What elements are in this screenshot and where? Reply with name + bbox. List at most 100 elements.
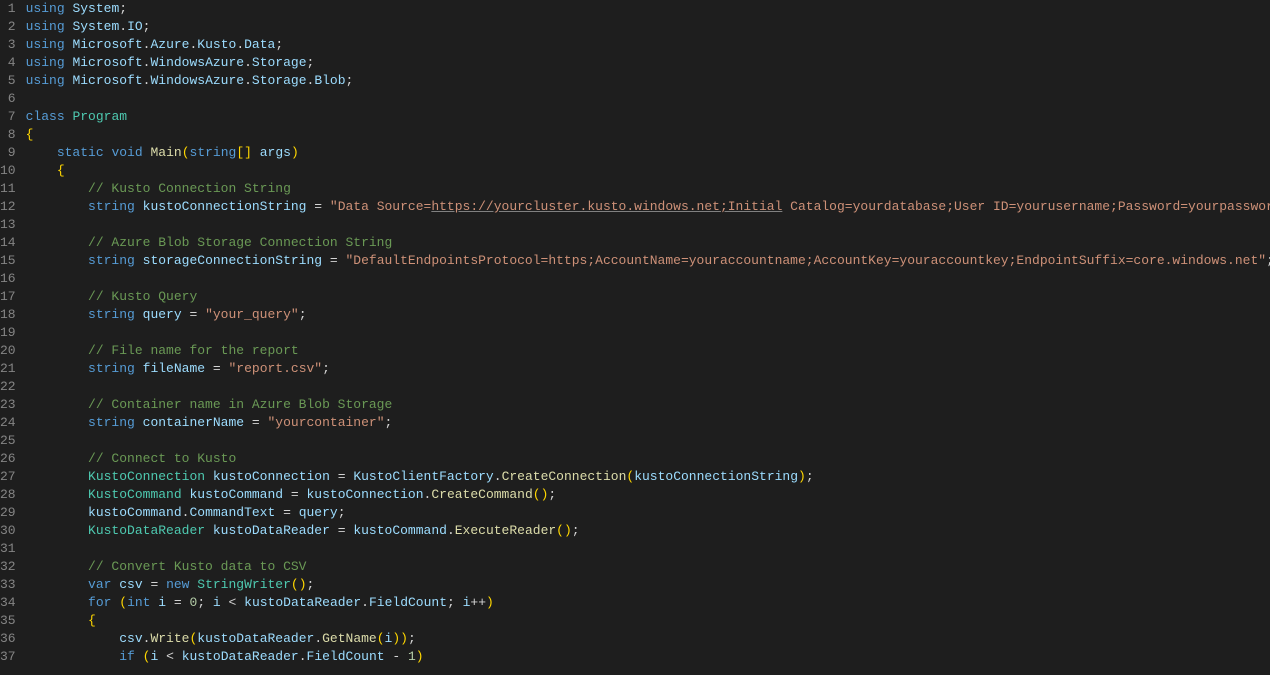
code-line[interactable]: // Kusto Connection String: [26, 180, 1270, 198]
code-token: ): [798, 469, 806, 484]
code-line[interactable]: kustoCommand.CommandText = query;: [26, 504, 1270, 522]
code-token: <: [221, 595, 244, 610]
code-token: ;: [307, 55, 315, 70]
code-editor[interactable]: using System;using System.IO;using Micro…: [26, 0, 1270, 675]
code-token: kustoConnectionString: [143, 199, 307, 214]
code-line[interactable]: {: [26, 612, 1270, 630]
code-token: using: [26, 1, 65, 16]
code-token: // Connect to Kusto: [88, 451, 236, 466]
code-token: [26, 523, 88, 538]
line-number: 9: [0, 144, 16, 162]
code-token: .: [236, 37, 244, 52]
code-line[interactable]: // Convert Kusto data to CSV: [26, 558, 1270, 576]
code-token: .: [494, 469, 502, 484]
code-token: {: [57, 163, 65, 178]
code-line[interactable]: KustoCommand kustoCommand = kustoConnect…: [26, 486, 1270, 504]
code-token: query: [299, 505, 338, 520]
code-token: kustoCommand: [189, 487, 283, 502]
code-token: [26, 163, 57, 178]
code-token: [205, 469, 213, 484]
code-token: []: [236, 145, 252, 160]
code-token: 1: [408, 649, 416, 664]
code-line[interactable]: // Container name in Azure Blob Storage: [26, 396, 1270, 414]
code-token: [26, 631, 120, 646]
code-token: .: [119, 19, 127, 34]
code-token: .: [447, 523, 455, 538]
code-token: ;: [408, 631, 416, 646]
code-line[interactable]: for (int i = 0; i < kustoDataReader.Fiel…: [26, 594, 1270, 612]
code-token: kustoDataReader: [197, 631, 314, 646]
code-line[interactable]: using System.IO;: [26, 18, 1270, 36]
code-token: i: [158, 595, 166, 610]
code-token: .: [244, 73, 252, 88]
code-line[interactable]: [26, 378, 1270, 396]
code-line[interactable]: csv.Write(kustoDataReader.GetName(i));: [26, 630, 1270, 648]
code-line[interactable]: [26, 90, 1270, 108]
code-line[interactable]: [26, 270, 1270, 288]
code-token: Storage: [252, 55, 307, 70]
code-line[interactable]: KustoConnection kustoConnection = KustoC…: [26, 468, 1270, 486]
code-line[interactable]: // Connect to Kusto: [26, 450, 1270, 468]
code-line[interactable]: string kustoConnectionString = "Data Sou…: [26, 198, 1270, 216]
code-token: [26, 451, 88, 466]
code-token: Storage: [252, 73, 307, 88]
code-token: [26, 505, 88, 520]
code-line[interactable]: class Program: [26, 108, 1270, 126]
code-token: ): [486, 595, 494, 610]
code-token: [135, 253, 143, 268]
code-token: ;: [143, 19, 151, 34]
code-line[interactable]: using Microsoft.WindowsAzure.Storage;: [26, 54, 1270, 72]
code-line[interactable]: static void Main(string[] args): [26, 144, 1270, 162]
code-line[interactable]: // Kusto Query: [26, 288, 1270, 306]
line-number: 25: [0, 432, 16, 450]
line-number: 16: [0, 270, 16, 288]
code-token: csv: [119, 631, 142, 646]
code-token: "Data Source=: [330, 199, 431, 214]
code-line[interactable]: {: [26, 162, 1270, 180]
code-token: CreateConnection: [502, 469, 627, 484]
code-line[interactable]: using Microsoft.Azure.Kusto.Data;: [26, 36, 1270, 54]
code-line[interactable]: using System;: [26, 0, 1270, 18]
code-line[interactable]: // Azure Blob Storage Connection String: [26, 234, 1270, 252]
line-number: 2: [0, 18, 16, 36]
code-token: ;: [385, 415, 393, 430]
code-line[interactable]: string query = "your_query";: [26, 306, 1270, 324]
code-token: {: [88, 613, 96, 628]
code-token: [26, 361, 88, 376]
code-line[interactable]: if (i < kustoDataReader.FieldCount - 1): [26, 648, 1270, 666]
code-token: string: [88, 361, 135, 376]
code-token: fileName: [143, 361, 205, 376]
code-line[interactable]: string storageConnectionString = "Defaul…: [26, 252, 1270, 270]
line-number: 37: [0, 648, 16, 666]
code-token: [26, 199, 88, 214]
line-number: 19: [0, 324, 16, 342]
code-token: string: [88, 199, 135, 214]
code-token: Microsoft: [72, 73, 142, 88]
code-line[interactable]: // File name for the report: [26, 342, 1270, 360]
code-token: ;: [346, 73, 354, 88]
line-number: 30: [0, 522, 16, 540]
code-line[interactable]: [26, 540, 1270, 558]
code-line[interactable]: string containerName = "yourcontainer";: [26, 414, 1270, 432]
line-number: 35: [0, 612, 16, 630]
code-token: (): [533, 487, 549, 502]
code-line[interactable]: [26, 324, 1270, 342]
code-line[interactable]: [26, 432, 1270, 450]
code-line[interactable]: string fileName = "report.csv";: [26, 360, 1270, 378]
line-number: 11: [0, 180, 16, 198]
code-token: string: [190, 145, 237, 160]
line-number: 28: [0, 486, 16, 504]
code-token: ++: [470, 595, 486, 610]
code-line[interactable]: KustoDataReader kustoDataReader = kustoC…: [26, 522, 1270, 540]
code-line[interactable]: using Microsoft.WindowsAzure.Storage.Blo…: [26, 72, 1270, 90]
code-token: string: [88, 307, 135, 322]
code-token: [26, 613, 88, 628]
code-token: // Azure Blob Storage Connection String: [88, 235, 392, 250]
code-token: [26, 649, 120, 664]
code-token: Catalog=yourdatabase;User ID=yourusernam…: [782, 199, 1270, 214]
code-token: System: [72, 19, 119, 34]
code-line[interactable]: [26, 216, 1270, 234]
code-line[interactable]: var csv = new StringWriter();: [26, 576, 1270, 594]
code-line[interactable]: {: [26, 126, 1270, 144]
code-token: [26, 289, 88, 304]
